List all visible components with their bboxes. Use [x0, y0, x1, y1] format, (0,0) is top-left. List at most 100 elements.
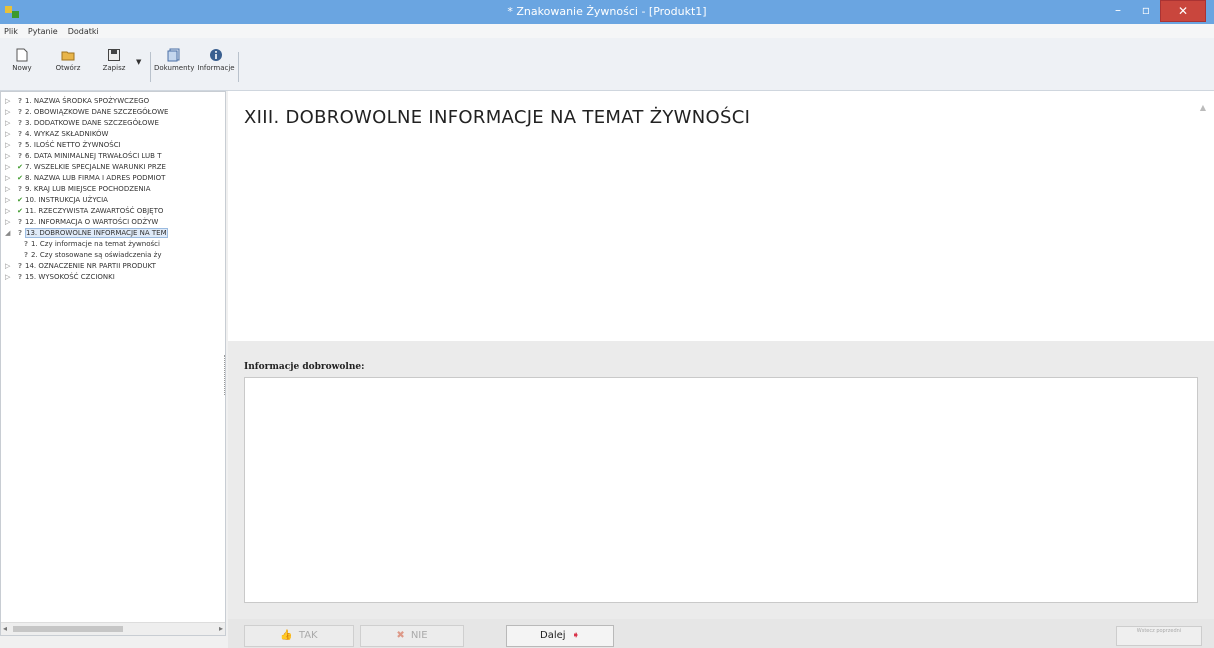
window-title: * Znakowanie Żywności - [Produkt1] [507, 5, 707, 18]
tree-item[interactable]: ▷? 4. WYKAZ SKŁADNIKÓW [1, 129, 225, 140]
minimize-button[interactable]: – [1104, 0, 1132, 20]
status-icon: ? [23, 240, 29, 248]
status-icon: ? [17, 141, 23, 149]
scrollbar-thumb[interactable] [13, 626, 123, 632]
menu-plik[interactable]: Plik [4, 27, 18, 36]
check-icon: ✔ [17, 207, 23, 215]
status-icon: ? [23, 251, 29, 259]
status-icon: ? [17, 152, 23, 160]
tree-item-label: 1. NAZWA ŚRODKA SPOŻYWCZEGO [25, 97, 150, 105]
tree-item[interactable]: ▷? 6. DATA MINIMALNEJ TRWAŁOŚCI LUB T [1, 151, 225, 162]
status-icon: ? [17, 119, 23, 127]
menu-pytanie[interactable]: Pytanie [28, 27, 58, 36]
back-small-button[interactable]: Wstecz poprzedni [1116, 626, 1202, 646]
window-controls: – ▫ ✕ [1104, 0, 1206, 22]
tree-item[interactable]: ▷? 1. NAZWA ŚRODKA SPOŻYWCZEGO [1, 96, 225, 107]
tree-subitem[interactable]: ? 2. Czy stosowane są oświadczenia ży [1, 250, 225, 261]
answer-panel: Informacje dobrowolne: [228, 341, 1214, 619]
cross-icon: ✖ [396, 630, 405, 641]
scroll-left-icon[interactable]: ◂ [3, 624, 7, 633]
documents-icon [167, 48, 180, 62]
next-label: Dalej [540, 630, 566, 641]
tree-item[interactable]: ▷? 3. DODATKOWE DANE SZCZEGÓŁOWE [1, 118, 225, 129]
status-icon: ? [17, 218, 23, 226]
collapse-icon[interactable]: ◢ [5, 228, 15, 239]
tree-item-label: 4. WYKAZ SKŁADNIKÓW [25, 130, 109, 138]
tree-item[interactable]: ▷? 9. KRAJ LUB MIEJSCE POCHODZENIA [1, 184, 225, 195]
tree-item-label: 3. DODATKOWE DANE SZCZEGÓŁOWE [25, 119, 159, 127]
field-label: Informacje dobrowolne: [244, 362, 365, 372]
expand-icon[interactable]: ▷ [5, 173, 15, 184]
status-icon: ? [17, 262, 23, 270]
next-button[interactable]: Dalej ➧ [506, 625, 614, 647]
expand-icon[interactable]: ▷ [5, 261, 15, 272]
scroll-right-icon[interactable]: ▸ [219, 624, 223, 633]
question-tree: ▷? 1. NAZWA ŚRODKA SPOŻYWCZEGO ▷? 2. OBOWI… [0, 91, 226, 636]
tree-item-selected[interactable]: ◢? 13. DOBROWOLNE INFORMACJE NA TEM [1, 228, 225, 239]
expand-icon[interactable]: ▷ [5, 206, 15, 217]
open-folder-icon [61, 51, 75, 61]
tree-item-label: 15. WYSOKOŚĆ CZCIONKI [25, 273, 115, 281]
question-panel: XIII. DOBROWOLNE INFORMACJE NA TEMAT ŻYW… [228, 91, 1214, 341]
save-button[interactable]: Zapisz [94, 48, 134, 84]
status-icon: ? [17, 185, 23, 193]
check-icon: ✔ [17, 196, 23, 204]
tree-item[interactable]: ▷? 15. WYSOKOŚĆ CZCIONKI [1, 272, 225, 283]
info-button[interactable]: Informacje [196, 48, 236, 84]
tree-horizontal-scrollbar[interactable]: ◂ ▸ [1, 622, 225, 635]
tree-item[interactable]: ▷ ✔ 8. NAZWA LUB FIRMA I ADRES PODMIOT [1, 173, 225, 184]
close-button[interactable]: ✕ [1160, 0, 1206, 22]
expand-icon[interactable]: ▷ [5, 272, 15, 283]
expand-icon[interactable]: ▷ [5, 217, 15, 228]
expand-icon[interactable]: ▷ [5, 195, 15, 206]
arrow-right-icon: ➧ [571, 630, 580, 641]
expand-icon[interactable]: ▷ [5, 118, 15, 129]
menu-dodatki[interactable]: Dodatki [68, 27, 99, 36]
tree-item[interactable]: ▷ ✔ 10. INSTRUKCJA UŻYCIA [1, 195, 225, 206]
save-dropdown-arrow-icon[interactable]: ▼ [136, 58, 141, 66]
tree-item-label: 8. NAZWA LUB FIRMA I ADRES PODMIOT [25, 174, 166, 182]
section-title: XIII. DOBROWOLNE INFORMACJE NA TEMAT ŻYW… [244, 107, 751, 128]
tree-item[interactable]: ▷ ✔ 11. RZECZYWISTA ZAWARTOŚĆ OBJĘTO [1, 206, 225, 217]
documents-label: Dokumenty [154, 64, 195, 72]
status-icon: ? [17, 229, 23, 237]
expand-icon[interactable]: ▷ [5, 140, 15, 151]
tree-item[interactable]: ▷? 14. OZNACZENIE NR PARTII PRODUKT [1, 261, 225, 272]
toolbar-separator [238, 52, 239, 82]
thumbs-up-icon: 👍 [280, 630, 293, 641]
tree-item[interactable]: ▷? 12. INFORMACJA O WARTOŚCI ODŻYW [1, 217, 225, 228]
expand-icon[interactable]: ▷ [5, 129, 15, 140]
title-bar: * Znakowanie Żywności - [Produkt1] – ▫ ✕ [0, 0, 1214, 24]
new-file-icon [16, 48, 28, 62]
tree-item-label: 6. DATA MINIMALNEJ TRWAŁOŚCI LUB T [25, 152, 162, 160]
yes-button[interactable]: 👍 TAK [244, 625, 354, 647]
expand-icon[interactable]: ▷ [5, 96, 15, 107]
expand-icon[interactable]: ▷ [5, 107, 15, 118]
expand-icon[interactable]: ▷ [5, 162, 15, 173]
status-icon: ? [17, 273, 23, 281]
voluntary-info-textarea[interactable] [244, 377, 1198, 603]
tree-item[interactable]: ▷? 5. ILOŚĆ NETTO ŻYWNOŚCI [1, 140, 225, 151]
documents-button[interactable]: Dokumenty [154, 48, 194, 84]
tree-subitem[interactable]: ? 1. Czy informacje na temat żywności [1, 239, 225, 250]
save-icon [108, 49, 120, 61]
tree-list: ▷? 1. NAZWA ŚRODKA SPOŻYWCZEGO ▷? 2. OBOWI… [1, 92, 225, 283]
tree-item-label: 11. RZECZYWISTA ZAWARTOŚĆ OBJĘTO [25, 207, 164, 215]
open-label: Otwórz [55, 64, 81, 72]
menu-bar: Plik Pytanie Dodatki [0, 24, 1214, 38]
tree-item-label: 13. DOBROWOLNE INFORMACJE NA TEM [25, 228, 168, 238]
expand-icon[interactable]: ▷ [5, 151, 15, 162]
expand-icon[interactable]: ▷ [5, 184, 15, 195]
tree-item-label: 2. OBOWIĄZKOWE DANE SZCZEGÓŁOWE [25, 108, 169, 116]
yes-label: TAK [298, 630, 318, 641]
scroll-up-icon[interactable]: ▲ [1200, 103, 1206, 112]
maximize-button[interactable]: ▫ [1132, 0, 1160, 20]
open-button[interactable]: Otwórz [48, 48, 88, 84]
tree-item[interactable]: ▷? 2. OBOWIĄZKOWE DANE SZCZEGÓŁOWE [1, 107, 225, 118]
tree-item[interactable]: ▷ ✔ 7. WSZELKIE SPECJALNE WARUNKI PRZE [1, 162, 225, 173]
status-icon: ? [17, 97, 23, 105]
no-button[interactable]: ✖ NIE [360, 625, 464, 647]
status-icon: ? [17, 108, 23, 116]
bottom-bar: 👍 TAK ✖ NIE Dalej ➧ Wstecz poprzedni [228, 619, 1214, 648]
new-button[interactable]: Nowy [2, 48, 42, 84]
